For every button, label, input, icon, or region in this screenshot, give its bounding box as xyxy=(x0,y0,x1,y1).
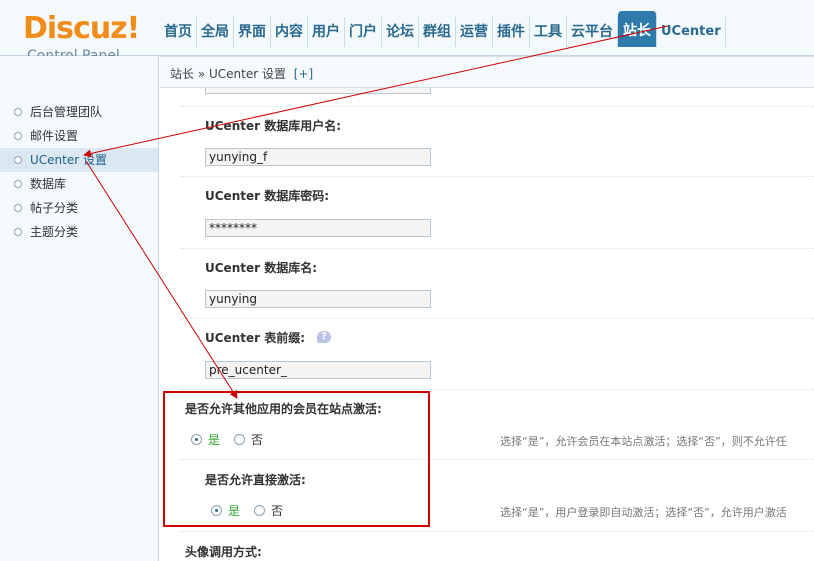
bullet-icon xyxy=(14,180,22,188)
expand-button[interactable]: [+] xyxy=(294,67,313,81)
sidebar-item-thread-category[interactable]: 主题分类 xyxy=(0,220,158,244)
nav-home[interactable]: 首页 xyxy=(160,17,197,47)
db-name-input[interactable]: yunying xyxy=(205,290,431,308)
db-user-label: UCenter 数据库用户名: xyxy=(205,119,342,133)
row-divider xyxy=(180,531,814,532)
nav-groups[interactable]: 群组 xyxy=(419,17,456,47)
sidebar-menu: 后台管理团队 邮件设置 UCenter 设置 数据库 帖子分类 主题分类 xyxy=(0,100,158,244)
sidebar-item-database[interactable]: 数据库 xyxy=(0,172,158,196)
nav-users[interactable]: 用户 xyxy=(308,17,345,47)
bullet-icon xyxy=(14,156,22,164)
nav-content[interactable]: 内容 xyxy=(271,17,308,47)
nav-cloud[interactable]: 云平台 xyxy=(567,17,618,47)
sidebar-item-label: UCenter 设置 xyxy=(30,153,107,167)
bullet-icon xyxy=(14,132,22,140)
table-prefix-label: UCenter 表前缀: xyxy=(205,331,306,345)
allow-other-activate-hint: 选择“是”，允许会员在本站点激活；选择“否”，则不允许任 xyxy=(500,435,787,448)
nav-interface[interactable]: 界面 xyxy=(234,17,271,47)
row-divider xyxy=(180,389,814,390)
db-password-input[interactable]: ******** xyxy=(205,219,431,237)
db-password-label: UCenter 数据库密码: xyxy=(205,189,330,203)
top-nav: 首页 全局 界面 内容 用户 门户 论坛 群组 运营 插件 工具 云平台 站长 … xyxy=(160,11,726,47)
nav-global[interactable]: 全局 xyxy=(197,17,234,47)
sidebar-item-mail-settings[interactable]: 邮件设置 xyxy=(0,124,158,148)
logo-text: Discuz! xyxy=(23,11,140,46)
row-divider xyxy=(180,318,814,319)
bullet-icon xyxy=(14,204,22,212)
breadcrumb-text: 站长 » UCenter 设置 xyxy=(170,67,286,81)
db-name-label: UCenter 数据库名: xyxy=(205,261,318,275)
sidebar-item-ucenter-settings[interactable]: UCenter 设置 xyxy=(0,148,158,172)
breadcrumb-bar: 站长 » UCenter 设置 [+] xyxy=(160,56,814,88)
sidebar-item-admin-team[interactable]: 后台管理团队 xyxy=(0,100,158,124)
sidebar-item-label: 后台管理团队 xyxy=(30,105,103,119)
sidebar-item-label: 主题分类 xyxy=(30,225,79,239)
previous-field-input[interactable] xyxy=(205,88,431,94)
avatar-method-label: 头像调用方式: xyxy=(185,545,262,559)
row-divider xyxy=(180,248,814,249)
nav-ucenter[interactable]: UCenter xyxy=(657,17,726,47)
bullet-icon xyxy=(14,108,22,116)
allow-direct-activate-hint: 选择“是”，用户登录即自动激活；选择“否”，允许用户激活 xyxy=(500,506,787,519)
sidebar-item-label: 邮件设置 xyxy=(30,129,79,143)
highlight-box xyxy=(163,391,430,527)
nav-plugins[interactable]: 插件 xyxy=(493,17,530,47)
sidebar-item-label: 数据库 xyxy=(30,177,67,191)
sidebar-item-post-category[interactable]: 帖子分类 xyxy=(0,196,158,220)
row-divider xyxy=(180,106,814,107)
top-header: Discuz! Control Panel 首页 全局 界面 内容 用户 门户 … xyxy=(0,0,814,64)
db-user-input[interactable]: yunying_f xyxy=(205,148,431,166)
nav-tools[interactable]: 工具 xyxy=(530,17,567,47)
breadcrumb: 站长 » UCenter 设置 [+] xyxy=(170,65,313,82)
nav-portal[interactable]: 门户 xyxy=(345,17,382,47)
nav-forum[interactable]: 论坛 xyxy=(382,17,419,47)
table-prefix-input[interactable]: pre_ucenter_ xyxy=(205,361,431,379)
nav-webmaster[interactable]: 站长 xyxy=(618,11,657,47)
nav-operations[interactable]: 运营 xyxy=(456,17,493,47)
row-divider xyxy=(180,176,814,177)
bullet-icon xyxy=(14,228,22,236)
help-icon[interactable]: ? xyxy=(317,331,331,343)
sidebar: 后台管理团队 邮件设置 UCenter 设置 数据库 帖子分类 主题分类 xyxy=(0,56,159,561)
sidebar-item-label: 帖子分类 xyxy=(30,201,79,215)
